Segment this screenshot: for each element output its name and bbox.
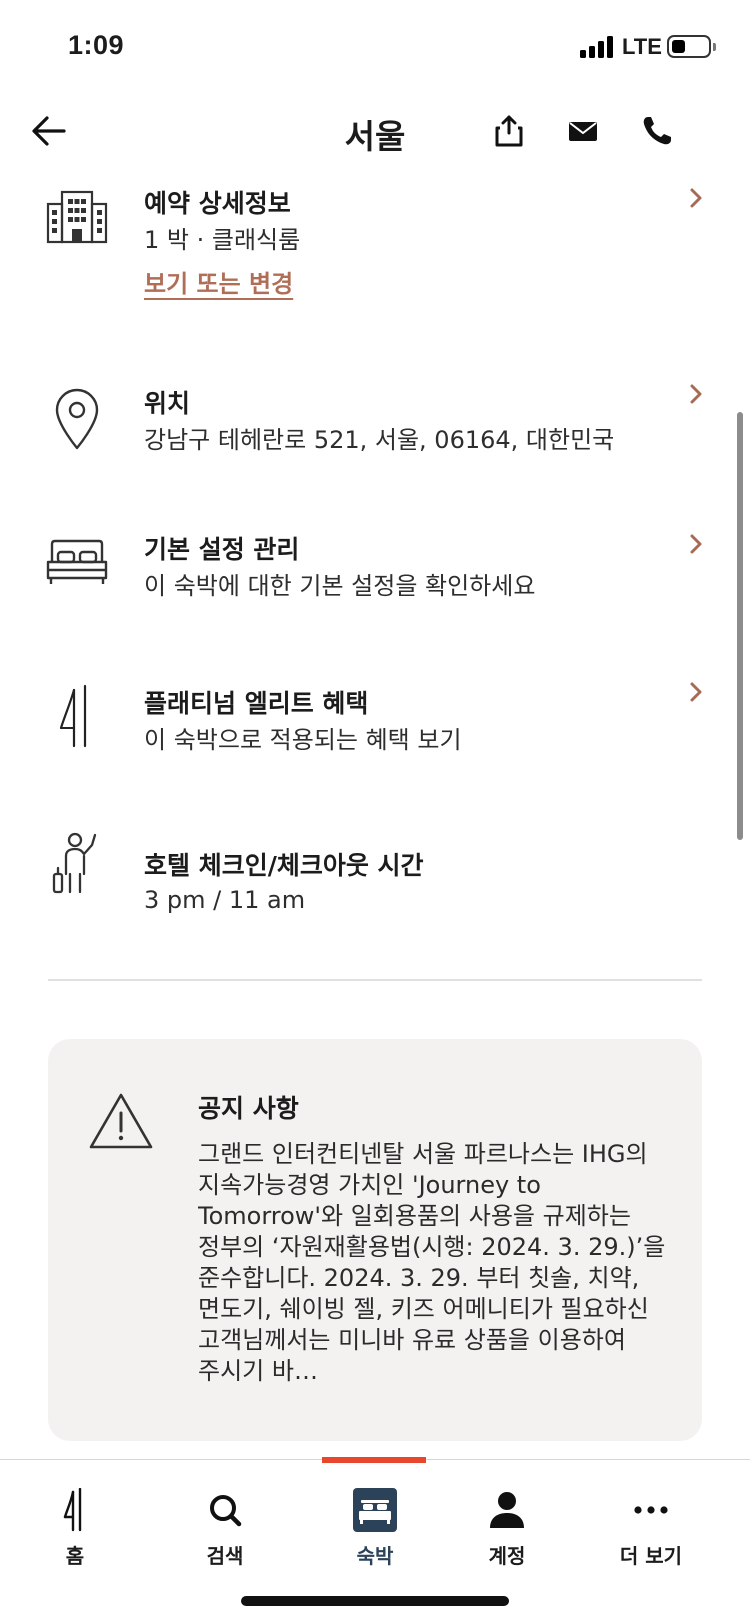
row-title: 예약 상세정보 — [144, 189, 291, 218]
network-type: LTE — [622, 34, 662, 59]
home-indicator — [241, 1596, 509, 1606]
tab-more[interactable]: 더 보기 — [576, 1460, 726, 1570]
row-subtitle: 이 숙박에 대한 기본 설정을 확인하세요 — [144, 572, 536, 600]
ic-logo-icon — [63, 1488, 82, 1532]
notice-card[interactable]: 공지 사항 그랜드 인터컨티넨탈 서울 파르나스는 IHG의 지속가능경영 가치… — [48, 1039, 702, 1441]
chevron-right-icon — [690, 534, 702, 554]
location-pin-icon — [55, 388, 99, 450]
row-subtitle: 이 숙박으로 적용되는 혜택 보기 — [144, 726, 462, 754]
tab-home[interactable]: 홈 — [0, 1460, 150, 1570]
warning-icon — [89, 1093, 153, 1149]
tab-label: 검색 — [206, 1544, 244, 1568]
signal-strength-icon — [580, 36, 616, 58]
status-bar: 1:09 LTE — [0, 0, 750, 96]
status-time: 1:09 — [68, 30, 125, 60]
location-row[interactable]: 위치 강남구 테헤란로 521, 서울, 06164, 대한민국 — [0, 378, 750, 478]
notice-body: 그랜드 인터컨티넨탈 서울 파르나스는 IHG의 지속가능경영 가치인 'Jou… — [198, 1140, 666, 1385]
tab-stays[interactable]: 숙박 — [300, 1460, 450, 1570]
tab-label: 숙박 — [356, 1544, 394, 1568]
phone-icon[interactable] — [640, 114, 674, 148]
row-subtitle: 강남구 테헤란로 521, 서울, 06164, 대한민국 — [144, 426, 615, 454]
row-title: 호텔 체크인/체크아웃 시간 — [144, 851, 424, 880]
battery-icon — [667, 35, 711, 58]
bellhop-icon — [52, 832, 97, 894]
bed-icon — [46, 539, 108, 584]
booking-details-row[interactable]: 예약 상세정보 1 박 · 클래식룸 보기 또는 변경 — [0, 178, 750, 328]
page-title: 서울 — [344, 117, 406, 156]
tab-label: 홈 — [65, 1544, 85, 1568]
view-or-change-link[interactable]: 보기 또는 변경 — [144, 264, 293, 299]
tab-label: 계정 — [488, 1544, 526, 1568]
manage-preferences-row[interactable]: 기본 설정 관리 이 숙박에 대한 기본 설정을 확인하세요 — [0, 530, 750, 630]
platinum-benefits-row[interactable]: 플래티넘 엘리트 혜택 이 숙박으로 적용되는 혜택 보기 — [0, 682, 750, 784]
building-icon — [46, 190, 108, 244]
row-title: 기본 설정 관리 — [144, 535, 300, 564]
battery-tip — [713, 43, 716, 51]
chevron-right-icon — [690, 384, 702, 404]
tab-label: 더 보기 — [619, 1544, 683, 1568]
checkin-checkout-row: 호텔 체크인/체크아웃 시간 3 pm / 11 am — [0, 832, 750, 944]
chevron-right-icon — [690, 682, 702, 702]
person-icon — [490, 1492, 524, 1528]
scrollbar[interactable] — [737, 412, 743, 840]
mail-icon[interactable] — [566, 114, 600, 148]
row-title: 위치 — [144, 389, 191, 418]
search-icon — [210, 1495, 242, 1527]
more-dots-icon — [634, 1506, 668, 1514]
ic-logo-icon — [59, 684, 87, 748]
tab-search[interactable]: 검색 — [150, 1460, 300, 1570]
row-subtitle: 3 pm / 11 am — [144, 886, 306, 914]
top-nav-bar: 서울 — [0, 96, 750, 178]
row-subtitle: 1 박 · 클래식룸 — [144, 226, 301, 254]
row-title: 플래티넘 엘리트 혜택 — [144, 689, 369, 718]
bed-icon — [353, 1488, 397, 1532]
chevron-right-icon — [690, 188, 702, 208]
notice-title: 공지 사항 — [198, 1094, 299, 1123]
section-divider — [48, 979, 702, 981]
share-icon[interactable] — [492, 114, 526, 148]
tab-account[interactable]: 계정 — [432, 1460, 582, 1570]
